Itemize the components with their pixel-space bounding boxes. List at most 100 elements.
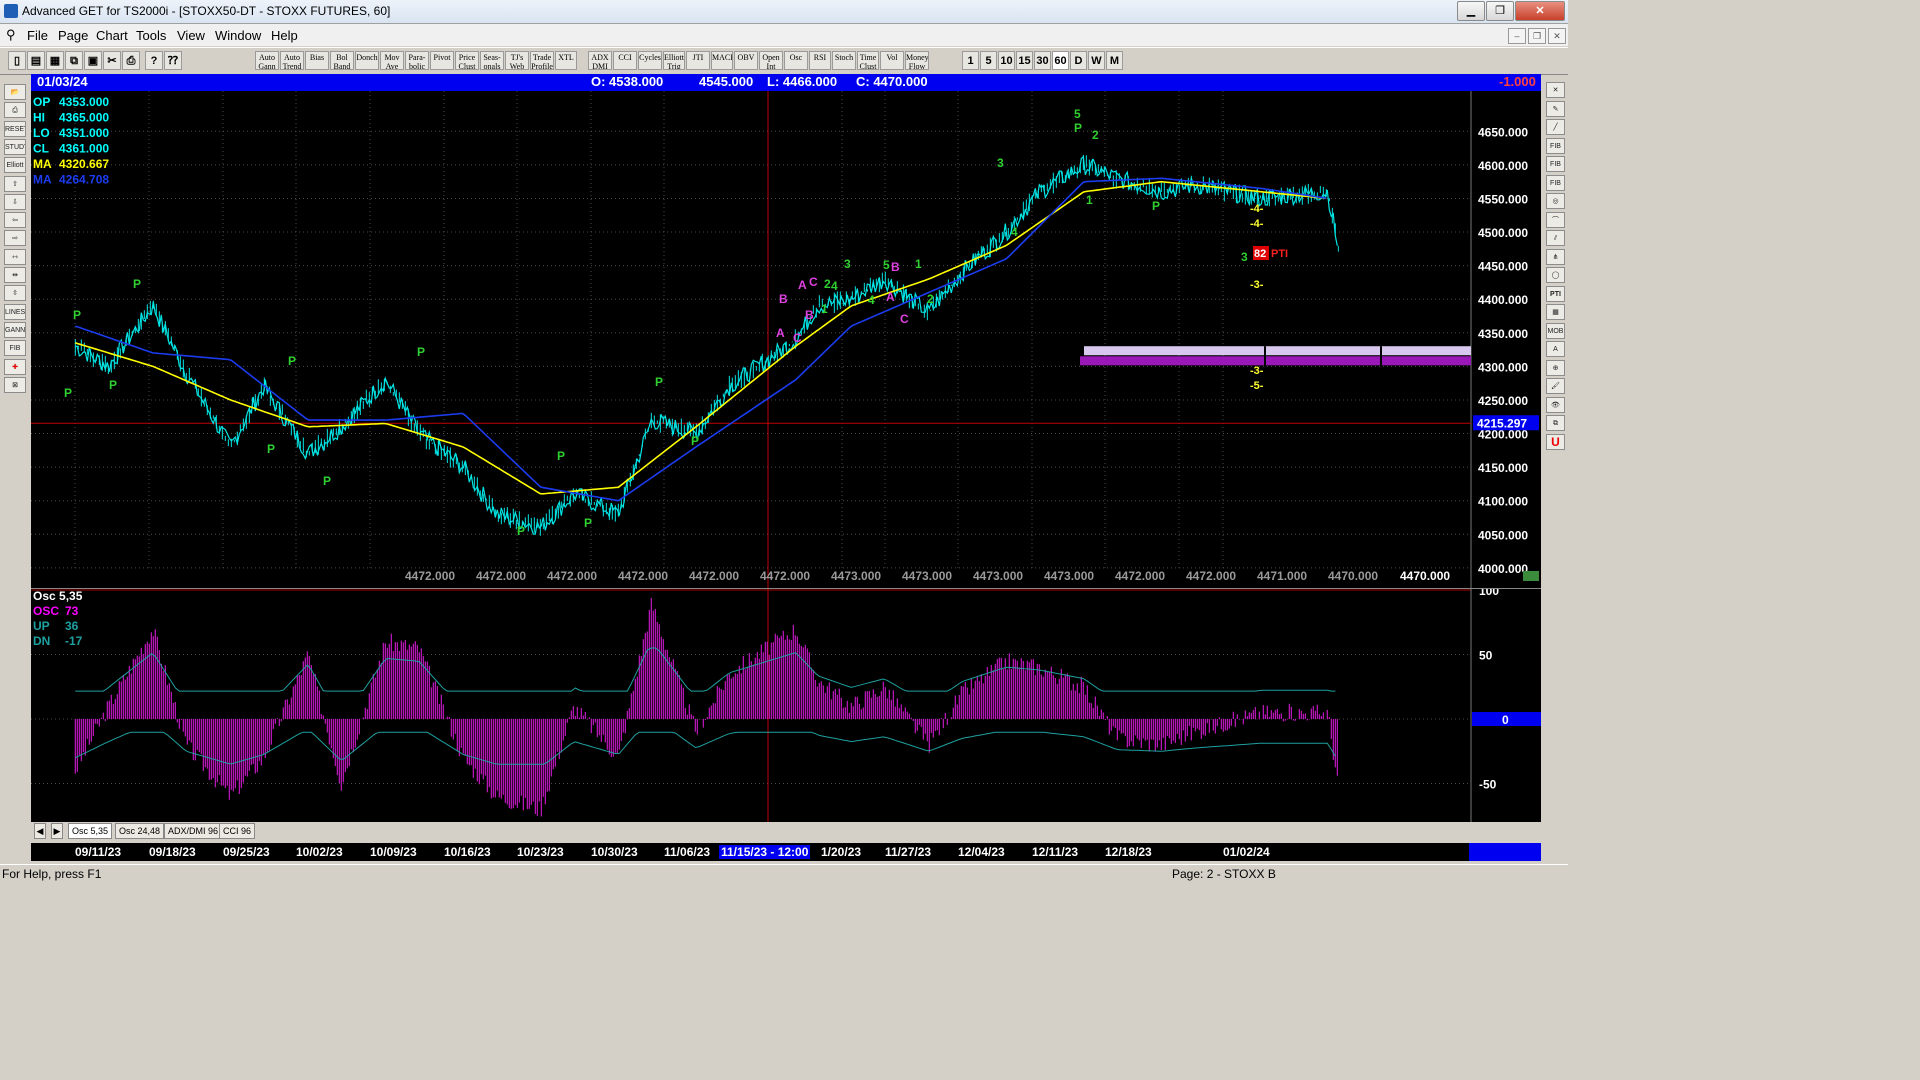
oscillator-svg[interactable]: 100 50 0 -50 Osc 5,35OSC 73 UP 36 DN -17 — [31, 584, 1541, 823]
study-button-21[interactable]: Osc — [784, 51, 808, 70]
left-tool-study-icon[interactable]: STUDY — [4, 138, 26, 155]
left-tool-gann-icon[interactable]: GANN — [4, 321, 26, 338]
study-button-0[interactable]: Auto Gann — [255, 51, 279, 70]
study-button-11[interactable]: Trade Profile — [530, 51, 554, 70]
menu-view[interactable]: View — [177, 28, 205, 43]
study-button-25[interactable]: Vol — [880, 51, 904, 70]
right-tool-pitchfork-icon[interactable]: ⋔ — [1546, 248, 1565, 265]
right-tool-ellipse-2-icon[interactable]: ◯ — [1546, 267, 1565, 283]
tab-scroll-left-icon[interactable]: ◀ — [34, 823, 46, 839]
right-tool-channel-icon[interactable]: ⫽ — [1546, 230, 1565, 246]
interval-button-1[interactable]: 5 — [980, 51, 997, 70]
study-button-6[interactable]: Para- bolic — [405, 51, 429, 70]
save-icon[interactable]: ▦ — [46, 51, 64, 70]
interval-button-6[interactable]: D — [1070, 51, 1087, 70]
left-tool-right-icon[interactable]: ⇨ — [4, 230, 26, 247]
right-tool-arc-icon[interactable]: ⌒ — [1546, 211, 1565, 228]
left-tool-up-icon[interactable]: ⇧ — [4, 175, 26, 192]
left-tool-fib-icon[interactable]: FIB — [4, 340, 26, 357]
tab-osc-24-48[interactable]: Osc 24,48 — [115, 823, 165, 839]
mdi-minimize-button[interactable]: – — [1508, 28, 1526, 44]
right-tool-ellipse-icon[interactable]: ◎ — [1546, 193, 1565, 209]
cut-icon[interactable]: ✂ — [103, 51, 121, 70]
interval-button-2[interactable]: 10 — [998, 51, 1015, 70]
tab-cci-96[interactable]: CCI 96 — [219, 823, 256, 839]
tab-adx-dmi-96[interactable]: ADX/DMI 96 — [164, 823, 223, 839]
tab-scroll-right-icon[interactable]: ▶ — [51, 823, 63, 839]
right-tool-hide-icon[interactable]: 👁 — [1546, 396, 1565, 413]
study-button-22[interactable]: RSI — [809, 51, 831, 70]
right-tool-pen-icon[interactable]: ✎ — [1546, 100, 1565, 117]
study-button-20[interactable]: Open Int — [759, 51, 783, 70]
study-button-4[interactable]: Donch — [355, 51, 379, 70]
maximize-button[interactable]: ❐ — [1486, 1, 1514, 21]
left-tool-down-icon[interactable]: ⇩ — [4, 193, 26, 210]
left-tool-cross-icon[interactable]: ✚ — [4, 358, 26, 375]
print-icon[interactable]: ⎙ — [122, 51, 140, 70]
paste-icon[interactable]: ▣ — [84, 51, 102, 70]
right-tool-undo-icon[interactable]: U — [1546, 433, 1565, 450]
document-icon[interactable]: ⚲ — [6, 27, 16, 43]
study-button-13[interactable]: ADX DMI — [588, 51, 612, 70]
left-tool-print-icon[interactable]: ⎙ — [4, 102, 26, 119]
tab-osc-5-35[interactable]: Osc 5,35 — [68, 823, 113, 839]
price-chart-svg[interactable]: 4650.000 4600.000 4550.000 4500.000 4450.000… — [31, 91, 1541, 588]
left-tool-lines-icon[interactable]: LINES — [4, 303, 26, 320]
menu-file[interactable]: File — [27, 28, 48, 43]
mdi-restore-button[interactable]: ❐ — [1528, 28, 1546, 44]
menu-window[interactable]: Window — [215, 28, 261, 43]
right-tool-fib-ret-icon[interactable]: FIB — [1546, 137, 1565, 154]
left-tool-left-icon[interactable]: ⇦ — [4, 212, 26, 229]
left-tool-reset-icon[interactable]: RESET — [4, 120, 26, 137]
study-button-1[interactable]: Auto Trend — [280, 51, 304, 70]
study-button-3[interactable]: Bol Band — [330, 51, 354, 70]
study-button-26[interactable]: Money Flow — [905, 51, 929, 70]
chart-corner-icon[interactable] — [1523, 571, 1539, 581]
minimize-button[interactable]: ▁ — [1457, 1, 1485, 21]
right-tool-text-icon[interactable]: A — [1546, 341, 1565, 357]
study-button-8[interactable]: Price Clust — [455, 51, 479, 70]
oscillator-panel[interactable]: 100 50 0 -50 Osc 5,35 OSC 73 UP 36 DN -17 — [31, 584, 1541, 823]
study-button-15[interactable]: Cycles — [638, 51, 662, 70]
price-chart-panel[interactable]: 4650.000 4600.000 4550.000 4500.000 4450.000… — [31, 91, 1541, 588]
right-tool-mob-icon[interactable]: MOB — [1546, 322, 1565, 339]
open-icon[interactable]: ▤ — [27, 51, 45, 70]
right-tool-close-icon[interactable]: ✕ — [1546, 82, 1565, 98]
left-tool-open-icon[interactable]: 📂 — [4, 84, 26, 100]
right-tool-grid-icon[interactable]: ▦ — [1546, 304, 1565, 320]
right-tool-pti-icon[interactable]: PTI — [1546, 285, 1565, 302]
right-tool-paint-icon[interactable]: 🖌 — [1546, 378, 1565, 394]
left-tool-compress-icon[interactable]: ⇿ — [4, 248, 26, 265]
copy-icon[interactable]: ⧉ — [65, 51, 83, 70]
study-button-5[interactable]: Mov Ave — [380, 51, 404, 70]
menu-page[interactable]: Page — [58, 28, 88, 43]
study-button-16[interactable]: Elliott Trig — [663, 51, 685, 70]
interval-button-5[interactable]: 60 — [1052, 51, 1069, 70]
study-button-24[interactable]: Time Clust — [857, 51, 879, 70]
study-button-23[interactable]: Stoch — [832, 51, 856, 70]
interval-button-4[interactable]: 30 — [1034, 51, 1051, 70]
mdi-close-button[interactable]: ✕ — [1548, 28, 1566, 44]
study-button-10[interactable]: TJ's Web — [505, 51, 529, 70]
left-tool-scroll-icon[interactable]: ⇳ — [4, 285, 26, 302]
right-tool-fib-time-icon[interactable]: FIB — [1546, 174, 1565, 191]
left-tool-elliott-icon[interactable]: Elliott — [4, 157, 26, 174]
right-tool-zoom-icon[interactable]: ⊕ — [1546, 359, 1565, 376]
study-button-12[interactable]: XTL — [555, 51, 577, 70]
whatsthis-icon[interactable]: ⁇ — [164, 51, 182, 70]
right-tool-copy-icon[interactable]: ⧉ — [1546, 415, 1565, 431]
new-icon[interactable]: ▯ — [8, 51, 26, 70]
study-button-18[interactable]: MACD — [711, 51, 733, 70]
study-button-19[interactable]: OBV — [734, 51, 758, 70]
right-tool-fib-ext-icon[interactable]: FIB — [1546, 156, 1565, 172]
left-tool-erase-icon[interactable]: ⊠ — [4, 376, 26, 393]
menu-tools[interactable]: Tools — [136, 28, 166, 43]
menu-chart[interactable]: Chart — [96, 28, 128, 43]
study-button-2[interactable]: Bias — [305, 51, 329, 70]
left-tool-expand-icon[interactable]: ⇹ — [4, 267, 26, 283]
study-button-7[interactable]: Pivot — [430, 51, 454, 70]
interval-button-7[interactable]: W — [1088, 51, 1105, 70]
close-button[interactable]: ✕ — [1515, 1, 1565, 21]
right-tool-line-icon[interactable]: ╱ — [1546, 119, 1565, 135]
interval-button-0[interactable]: 1 — [962, 51, 979, 70]
